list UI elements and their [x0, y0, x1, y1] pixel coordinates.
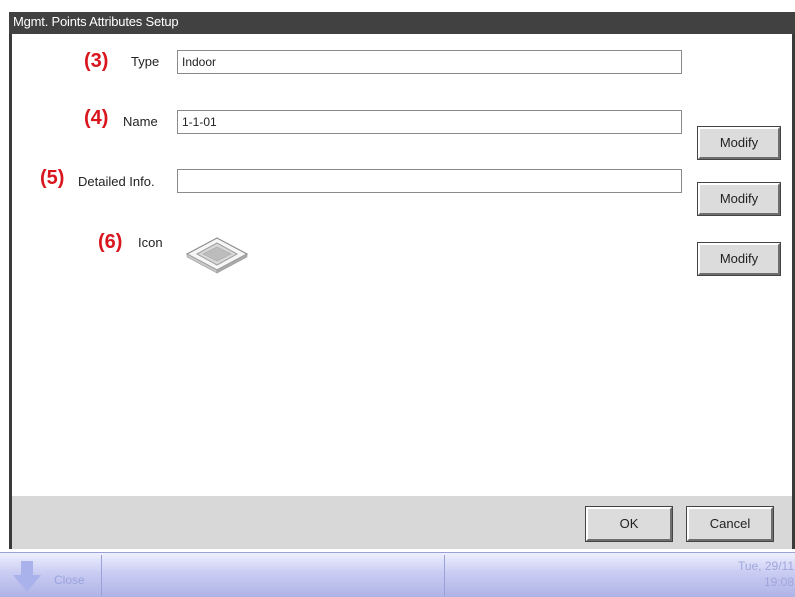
modify-name-button[interactable]: Modify — [697, 126, 781, 160]
name-number: (4) — [84, 107, 109, 129]
type-field: Indoor — [177, 50, 682, 74]
name-label: Name — [123, 114, 158, 129]
ceiling-cassette-icon — [183, 232, 251, 276]
taskbar-divider — [444, 555, 445, 596]
detailed-info-label: Detailed Info. — [78, 174, 155, 189]
close-button[interactable]: Close — [6, 557, 100, 595]
type-number: (3) — [84, 50, 109, 72]
dialog-button-bar: OK Cancel — [12, 496, 792, 549]
arrow-down-icon — [13, 561, 41, 592]
dialog-body: (3) Type Indoor (4) Name 1-1-01 Modify (… — [12, 34, 792, 549]
clock: Tue, 29/11 19:08 — [738, 558, 794, 590]
close-label: Close — [54, 573, 85, 587]
taskbar-divider — [101, 555, 102, 596]
ok-button[interactable]: OK — [585, 506, 673, 542]
modify-icon-button[interactable]: Modify — [697, 242, 781, 276]
detailed-info-field[interactable] — [177, 169, 682, 193]
dialog-window: Mgmt. Points Attributes Setup (3) Type I… — [9, 12, 795, 549]
date-text: Tue, 29/11 — [737, 559, 794, 573]
window-title: Mgmt. Points Attributes Setup — [13, 14, 179, 29]
detailed-info-number: (5) — [40, 167, 65, 189]
time-text: 19:08 — [763, 575, 794, 589]
taskbar: Close Tue, 29/11 19:08 — [0, 552, 795, 597]
title-bar: Mgmt. Points Attributes Setup — [9, 12, 795, 34]
modify-detailed-info-button[interactable]: Modify — [697, 182, 781, 216]
cancel-button[interactable]: Cancel — [686, 506, 774, 542]
type-label: Type — [131, 54, 160, 69]
name-field[interactable]: 1-1-01 — [177, 110, 682, 134]
icon-number: (6) — [98, 231, 123, 253]
icon-label: Icon — [138, 235, 163, 250]
